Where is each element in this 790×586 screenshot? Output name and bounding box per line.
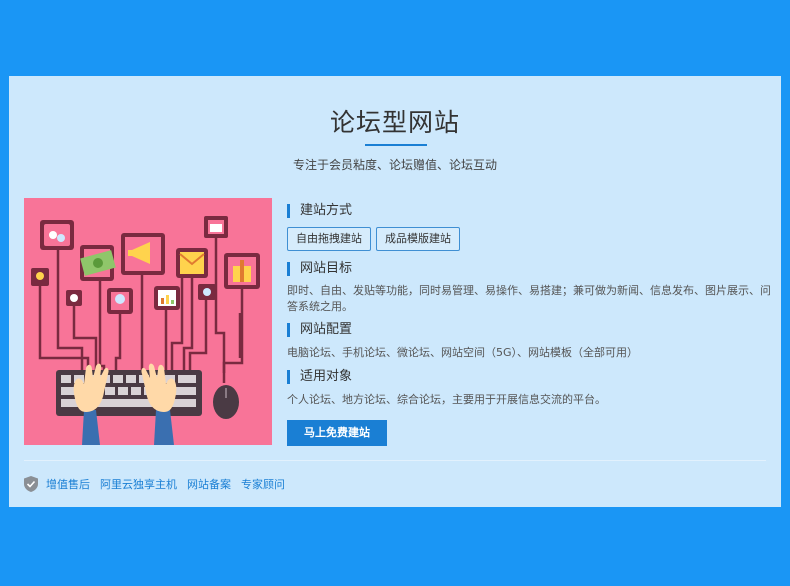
content-card: 论坛型网站 专注于会员粘度、论坛赠值、论坛互动 建站方式 自由拖拽建站 成品模版… [9,76,781,507]
section-title-site-goal: 网站目标 [287,261,352,277]
site-config-text: 电脑论坛、手机论坛、微论坛、网站空间（5G）、网站模板（全部可用） [287,346,639,359]
footer-link-expert-advisor[interactable]: 专家顾问 [241,476,285,492]
section-title-build-method: 建站方式 [287,203,352,219]
site-goal-text: 即时、自由、发贴等功能，同时易管理、易操作、易搭建；兼可做为新闻、信息发布、图片… [287,284,771,313]
free-build-button[interactable]: 马上免费建站 [287,420,387,446]
footer-link-site-filing[interactable]: 网站备案 [187,476,231,492]
option-drag-build-button[interactable]: 自由拖拽建站 [287,227,371,251]
footer-link-after-sales[interactable]: 增值售后 [46,476,90,492]
page-subtitle: 专注于会员粘度、论坛赠值、论坛互动 [292,158,497,172]
forum-illustration [24,198,272,445]
section-title-target-users: 适用对象 [287,369,352,385]
title-underline [365,144,427,146]
shield-check-icon [24,476,38,492]
page-title: 论坛型网站 [329,108,460,137]
option-template-build-button[interactable]: 成品模版建站 [376,227,460,251]
footer-link-dedicated-host[interactable]: 阿里云独享主机 [100,476,177,492]
target-users-text: 个人论坛、地方论坛、综合论坛，主要用于开展信息交流的平台。 [287,393,606,406]
footer-divider [24,460,766,461]
section-title-site-config: 网站配置 [287,322,352,338]
footer-links: 增值售后 阿里云独享主机 网站备案 专家顾问 [24,475,295,493]
